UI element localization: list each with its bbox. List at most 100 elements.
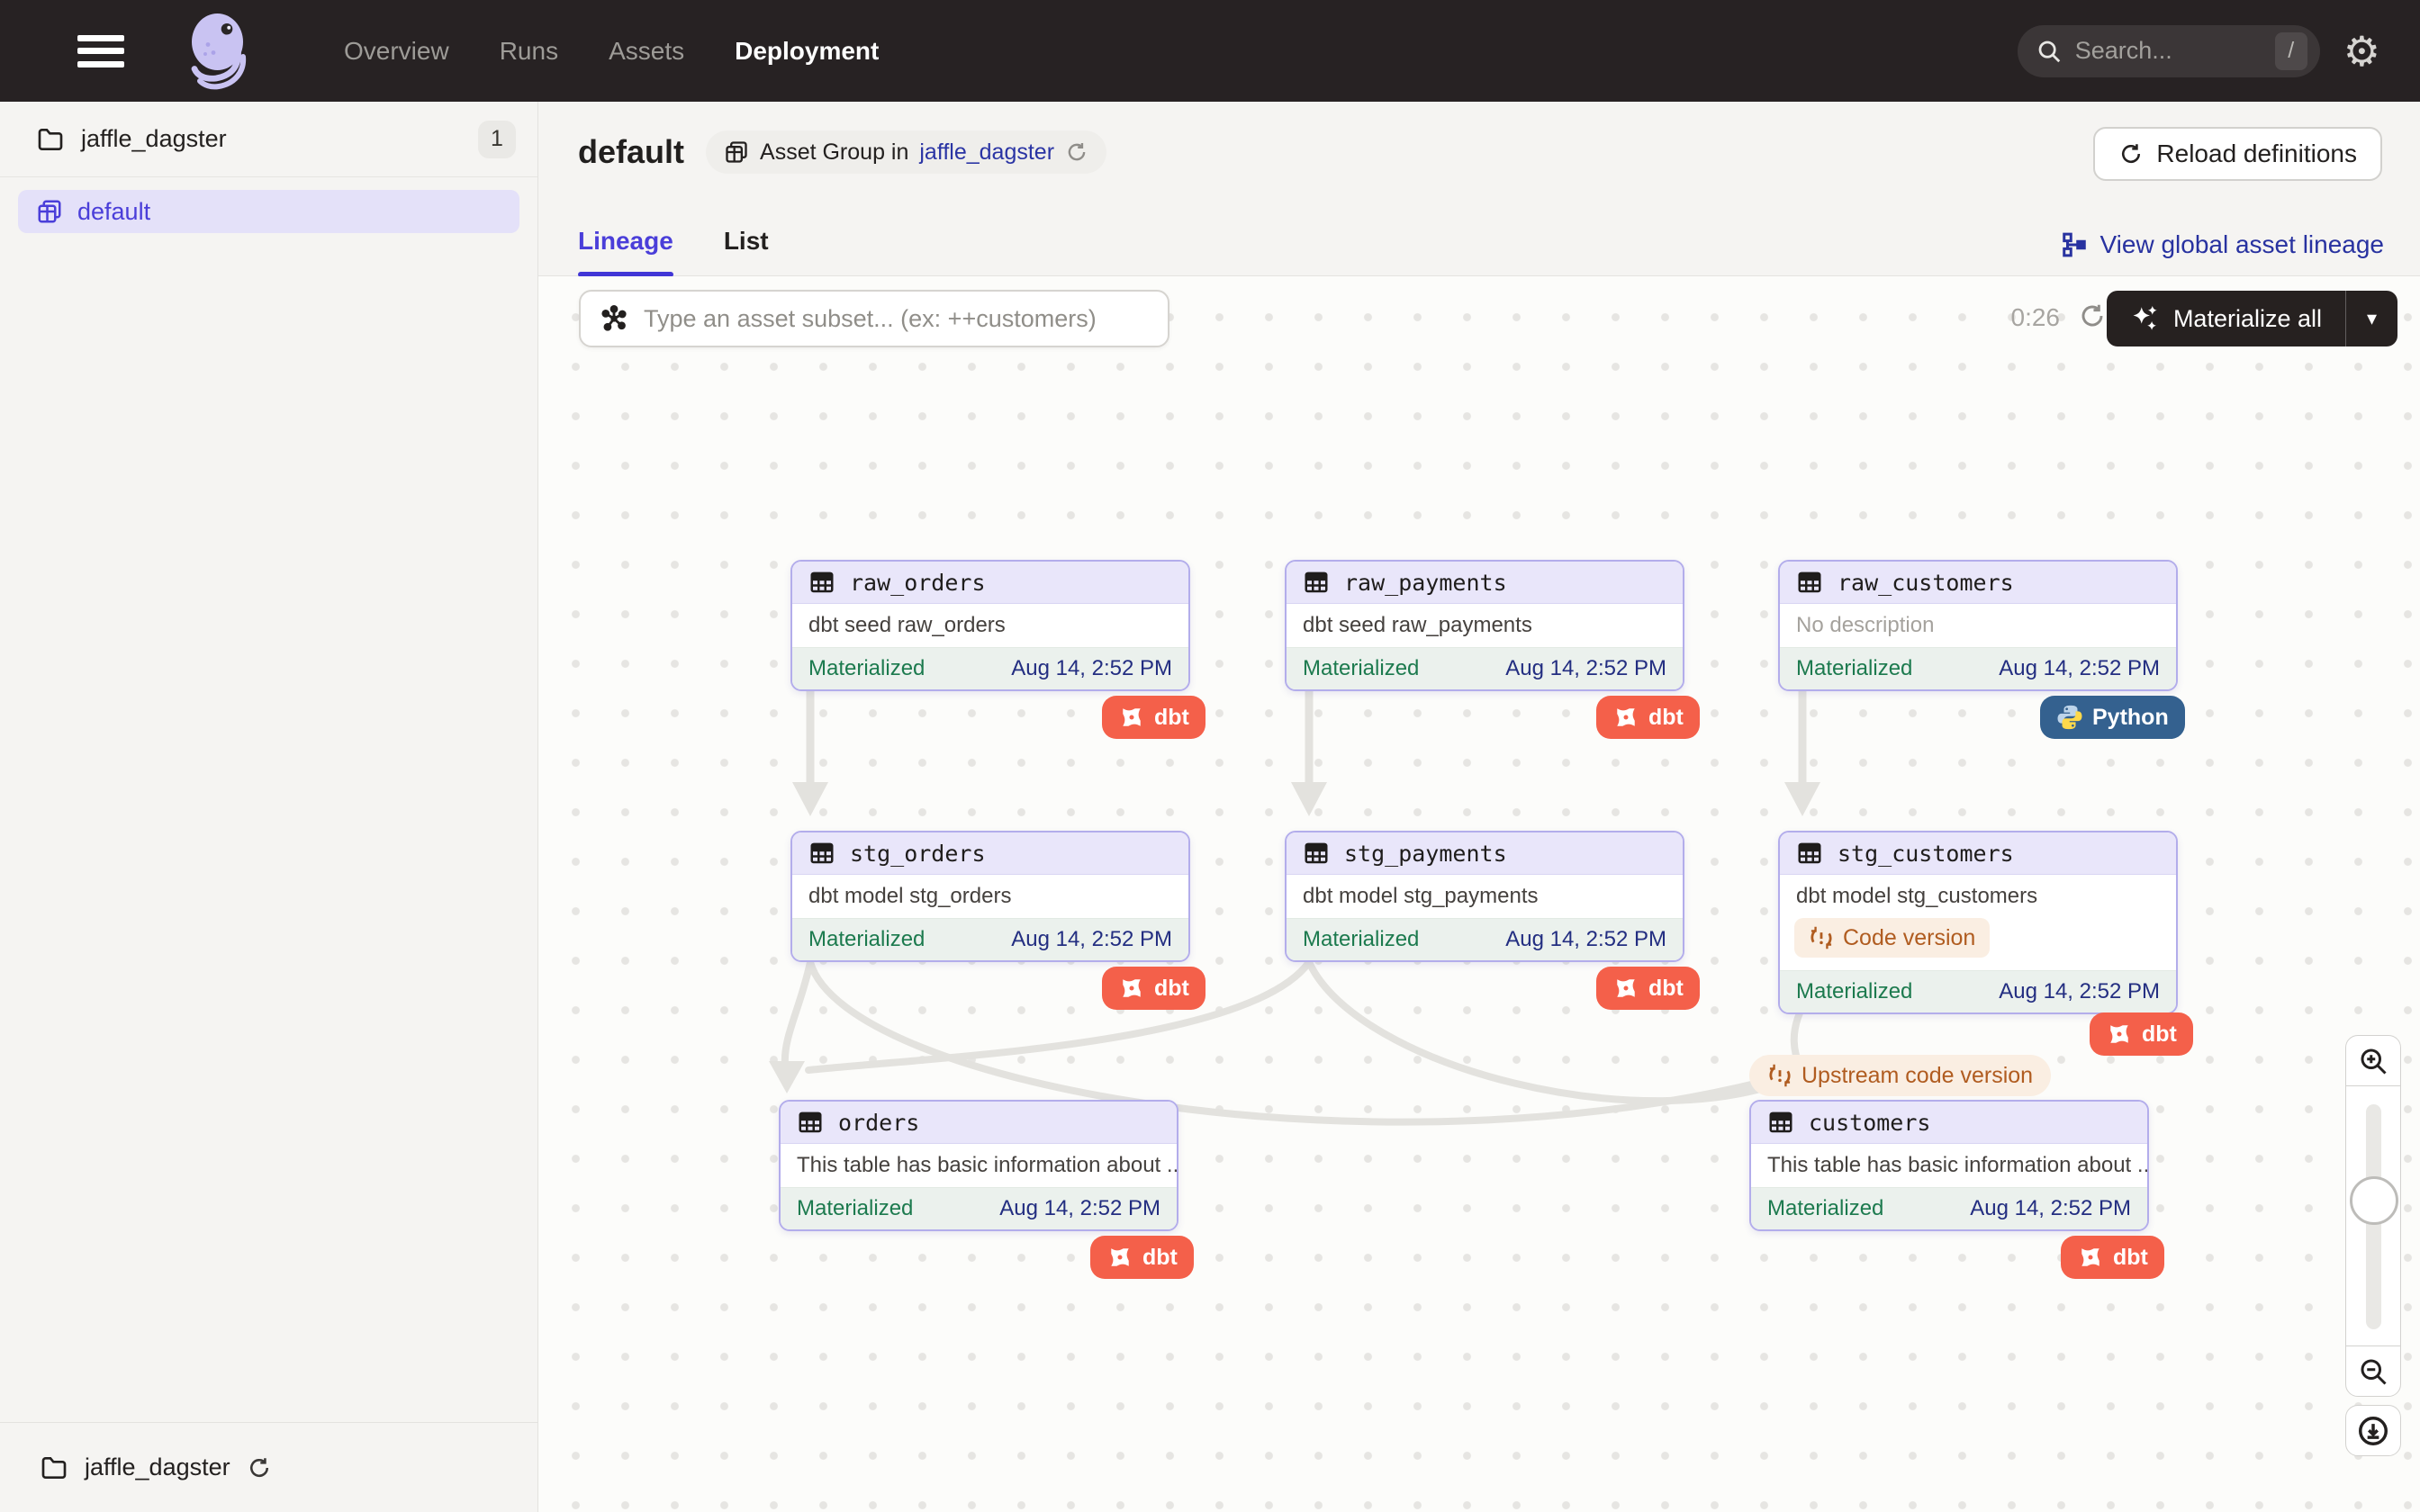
- nav-item-deployment[interactable]: Deployment: [735, 37, 879, 66]
- asset-node-header: stg_orders: [792, 832, 1188, 875]
- page-title: default: [578, 133, 684, 171]
- recenter-button[interactable]: [2345, 1405, 2401, 1456]
- materialized-status: Materialized: [797, 1196, 913, 1221]
- materialized-timestamp: Aug 14, 2:52 PM: [1011, 927, 1172, 952]
- view-global-asset-lineage-link[interactable]: View global asset lineage: [2061, 230, 2384, 259]
- materialized-status: Materialized: [808, 927, 925, 952]
- code-version-icon: [1809, 925, 1834, 950]
- dbt-icon: [2077, 1244, 2104, 1271]
- asset-node[interactable]: stg_orders dbt model stg_orders Material…: [790, 831, 1190, 962]
- code-version-badge[interactable]: Code version: [1794, 918, 1990, 958]
- tab-list[interactable]: List: [724, 227, 769, 275]
- asset-description: dbt seed raw_orders: [792, 604, 1188, 647]
- compute-kind-badge[interactable]: dbt: [1102, 696, 1205, 739]
- refresh-icon[interactable]: [2078, 302, 2107, 330]
- sparkles-icon: [2130, 303, 2161, 334]
- refresh-icon[interactable]: [247, 1455, 272, 1480]
- asset-description: dbt model stg_payments: [1287, 875, 1683, 918]
- table-icon: [1796, 569, 1823, 596]
- sidebar-item-default[interactable]: default: [18, 190, 519, 233]
- asset-node[interactable]: raw_payments dbt seed raw_payments Mater…: [1285, 560, 1684, 691]
- compute-kind-badge[interactable]: dbt: [1090, 1236, 1194, 1279]
- dbt-icon: [1118, 704, 1145, 731]
- materialized-status: Materialized: [1767, 1196, 1883, 1221]
- materialize-all-button[interactable]: Materialize all ▾: [2107, 291, 2397, 346]
- asset-status-row: Materialized Aug 14, 2:52 PM: [792, 918, 1188, 960]
- tab-lineage[interactable]: Lineage: [578, 227, 673, 275]
- code-version-row: Code version: [1780, 918, 2176, 970]
- asset-group-icon: [36, 198, 63, 225]
- nav-item-overview[interactable]: Overview: [344, 37, 449, 66]
- nav-item-runs[interactable]: Runs: [500, 37, 558, 66]
- compute-kind-badge[interactable]: dbt: [1102, 967, 1205, 1010]
- search-icon: [2036, 38, 2063, 65]
- dbt-icon: [2106, 1021, 2133, 1048]
- compute-kind-label: dbt: [1142, 1245, 1178, 1271]
- asset-subset-input[interactable]: [644, 305, 1150, 333]
- sidebar-project-count: 1: [478, 121, 516, 158]
- nav-item-assets[interactable]: Assets: [609, 37, 684, 66]
- compute-kind-label: dbt: [2142, 1022, 2177, 1048]
- python-icon: [2056, 704, 2083, 731]
- materialized-timestamp: Aug 14, 2:52 PM: [1999, 656, 2160, 681]
- asset-description: This table has basic information about .…: [1751, 1144, 2147, 1187]
- top-nav: Overview Runs Assets Deployment / ⚙: [0, 0, 2420, 102]
- page-header: default Asset Group in jaffle_dagster Re…: [538, 102, 2420, 276]
- dagster-app: Overview Runs Assets Deployment / ⚙ jaff…: [0, 0, 2420, 1512]
- dbt-icon: [1106, 1244, 1133, 1271]
- asset-status-row: Materialized Aug 14, 2:52 PM: [781, 1187, 1177, 1229]
- zoom-slider-thumb[interactable]: [2350, 1176, 2398, 1225]
- asset-node-header: raw_payments: [1287, 562, 1683, 604]
- zoom-in-button[interactable]: [2345, 1035, 2401, 1086]
- asset-group-project-link[interactable]: jaffle_dagster: [919, 140, 1054, 166]
- materialized-timestamp: Aug 14, 2:52 PM: [1011, 656, 1172, 681]
- asset-name: raw_customers: [1838, 570, 2014, 596]
- zoom-slider[interactable]: [2345, 1086, 2401, 1346]
- folder-icon: [40, 1454, 68, 1482]
- refresh-icon: [2118, 141, 2144, 166]
- materialized-status: Materialized: [1303, 927, 1419, 952]
- materialize-options-caret[interactable]: ▾: [2345, 291, 2397, 346]
- asset-node[interactable]: orders This table has basic information …: [779, 1100, 1178, 1231]
- lineage-canvas[interactable]: 0:26 Materialize all ▾: [538, 276, 2420, 1512]
- asset-status-row: Materialized Aug 14, 2:52 PM: [1751, 1187, 2147, 1229]
- caret-down-icon: ▾: [2367, 307, 2377, 330]
- compute-kind-badge[interactable]: dbt: [2090, 1012, 2193, 1056]
- materialized-timestamp: Aug 14, 2:52 PM: [1970, 1196, 2131, 1221]
- asset-status-row: Materialized Aug 14, 2:52 PM: [1780, 647, 2176, 689]
- table-icon: [808, 569, 835, 596]
- asset-node[interactable]: customers This table has basic informati…: [1749, 1100, 2149, 1231]
- reload-definitions-button[interactable]: Reload definitions: [2093, 127, 2382, 181]
- compute-kind-badge[interactable]: dbt: [1596, 696, 1700, 739]
- asset-node[interactable]: stg_customers dbt model stg_customers Co…: [1778, 831, 2178, 1014]
- asset-description: dbt seed raw_payments: [1287, 604, 1683, 647]
- upstream-code-version-badge[interactable]: Upstream code version: [1749, 1055, 2051, 1096]
- compute-kind-badge[interactable]: dbt: [1596, 967, 1700, 1010]
- zoom-out-button[interactable]: [2345, 1346, 2401, 1397]
- search-input[interactable]: [2075, 37, 2275, 65]
- asset-subset-filter[interactable]: [579, 290, 1169, 347]
- code-version-label: Code version: [1843, 925, 1975, 951]
- search-bar[interactable]: /: [2018, 25, 2320, 77]
- asset-status-row: Materialized Aug 14, 2:52 PM: [792, 647, 1188, 689]
- compute-kind-badge[interactable]: Python: [2040, 696, 2185, 739]
- table-icon: [1303, 569, 1330, 596]
- tabs: Lineage List: [578, 227, 769, 275]
- nav-links: Overview Runs Assets Deployment: [344, 37, 879, 66]
- asset-node[interactable]: raw_customers No description Materialize…: [1778, 560, 2178, 691]
- dbt-icon: [1612, 704, 1639, 731]
- gear-icon[interactable]: ⚙: [2343, 31, 2380, 72]
- asset-node[interactable]: raw_orders dbt seed raw_orders Materiali…: [790, 560, 1190, 691]
- asset-node[interactable]: stg_payments dbt model stg_payments Mate…: [1285, 831, 1684, 962]
- hamburger-icon[interactable]: [77, 35, 124, 68]
- table-icon: [797, 1109, 824, 1136]
- compute-kind-badge[interactable]: dbt: [2061, 1236, 2164, 1279]
- materialized-status: Materialized: [1303, 656, 1419, 681]
- sidebar-project-row[interactable]: jaffle_dagster 1: [0, 102, 537, 177]
- asset-name: raw_orders: [850, 570, 986, 596]
- dagster-logo[interactable]: [171, 8, 272, 94]
- refresh-icon[interactable]: [1065, 140, 1088, 164]
- sidebar-item-label: default: [77, 198, 150, 226]
- compute-kind-label: dbt: [1648, 976, 1684, 1002]
- asset-status-row: Materialized Aug 14, 2:52 PM: [1287, 918, 1683, 960]
